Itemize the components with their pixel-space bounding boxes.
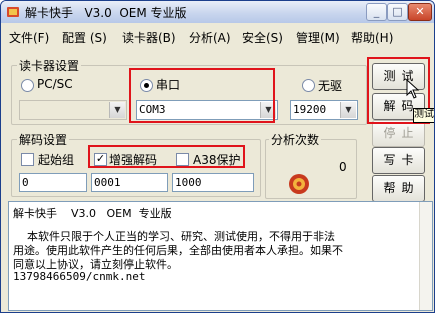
close-icon[interactable]: ✕ xyxy=(408,3,432,21)
info-line-5: 13798466509/cnmk.net xyxy=(13,270,146,283)
pcsc-radio[interactable] xyxy=(21,79,34,92)
tooltip: 测试 xyxy=(413,108,434,123)
chevron-down-icon: ▼ xyxy=(109,102,125,118)
baud-rate-select[interactable]: 19200 ▼ xyxy=(290,100,358,120)
decode-field-3[interactable]: 1000 xyxy=(172,173,254,192)
menu-config[interactable]: 配置 (S) xyxy=(62,29,107,46)
menu-bar: 文件(F) 配置 (S) 读卡器(B) 分析(A) 安全(S) 管理(M) 帮助… xyxy=(1,25,434,47)
write-card-button[interactable]: 写卡 xyxy=(372,147,425,174)
vertical-scrollbar[interactable] xyxy=(419,202,432,310)
pcsc-reader-select: ▼ xyxy=(19,100,127,120)
info-text-pane[interactable]: 解卡快手 V3.0 OEM 专业版 本软件只限于个人正当的学习、研究、测试使用，… xyxy=(8,201,433,311)
no-drive-radio[interactable] xyxy=(302,79,315,92)
title-bar: 解卡快手 V3.0 OEM 专业版 _ □ ✕ xyxy=(1,1,434,23)
start-group-label: 起始组 xyxy=(38,153,75,167)
pcsc-label: PC/SC xyxy=(37,77,73,91)
menu-analysis[interactable]: 分析(A) xyxy=(189,29,231,46)
decode-field-3-value: 1000 xyxy=(175,176,202,189)
decode-field-1[interactable]: 0 xyxy=(19,173,87,192)
menu-reader[interactable]: 读卡器(B) xyxy=(122,29,176,46)
no-drive-label: 无驱 xyxy=(318,79,343,93)
info-line-1: 解卡快手 V3.0 OEM 专业版 xyxy=(13,207,172,220)
highlight-decode-box xyxy=(88,145,245,168)
mouse-cursor-icon xyxy=(406,79,420,99)
help-button[interactable]: 帮助 xyxy=(372,175,425,202)
app-icon xyxy=(7,7,19,17)
menu-security[interactable]: 安全(S) xyxy=(242,29,283,46)
analysis-count-title: 分析次数 xyxy=(269,131,322,148)
maximize-icon[interactable]: □ xyxy=(387,3,408,21)
window-title: 解卡快手 V3.0 OEM 专业版 xyxy=(25,6,187,20)
minimize-icon[interactable]: _ xyxy=(366,3,387,21)
menu-help[interactable]: 帮助(H) xyxy=(351,29,393,46)
highlight-serial-box xyxy=(129,68,275,123)
decode-field-2[interactable]: 0001 xyxy=(91,173,168,192)
analysis-count-value: 0 xyxy=(339,160,347,174)
stop-button: 停止 xyxy=(372,120,425,147)
start-group-checkbox[interactable] xyxy=(21,153,34,166)
menu-file[interactable]: 文件(F) xyxy=(9,29,49,46)
decode-field-1-value: 0 xyxy=(22,176,29,189)
reader-settings-title: 读卡器设置 xyxy=(17,57,82,74)
decode-field-2-value: 0001 xyxy=(94,176,121,189)
menu-manage[interactable]: 管理(M) xyxy=(296,29,340,46)
logo-icon xyxy=(289,174,309,194)
chevron-down-icon[interactable]: ▼ xyxy=(340,102,356,118)
baud-rate-value: 19200 xyxy=(293,103,327,116)
app-window: 解卡快手 V3.0 OEM 专业版 _ □ ✕ 文件(F) 配置 (S) 读卡器… xyxy=(0,0,435,313)
decode-settings-title: 解码设置 xyxy=(17,131,70,148)
